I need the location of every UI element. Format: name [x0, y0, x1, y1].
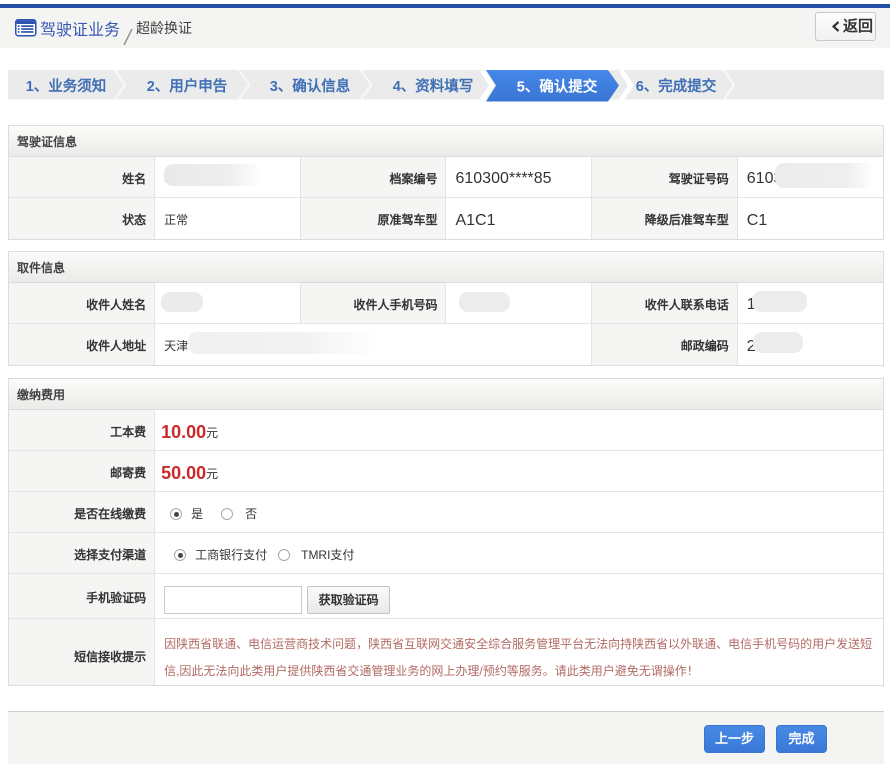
svg-text:3、确认信息: 3、确认信息	[270, 77, 351, 95]
svg-text:1、业务须知: 1、业务须知	[26, 77, 107, 95]
svg-text:4、资料填写: 4、资料填写	[393, 77, 474, 95]
svg-text:6、完成提交: 6、完成提交	[636, 77, 717, 95]
svg-text:2、用户申告: 2、用户申告	[147, 77, 228, 95]
svg-text:5、确认提交: 5、确认提交	[517, 78, 598, 96]
